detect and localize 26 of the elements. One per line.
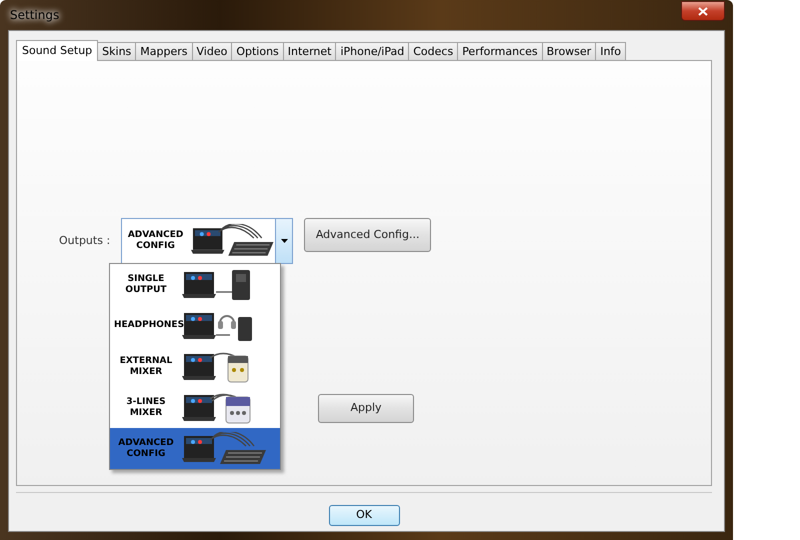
close-button[interactable] (681, 1, 725, 21)
outputs-label: Outputs : (59, 232, 110, 249)
dropdown-option[interactable]: 3-LINES MIXER (110, 387, 280, 428)
tab[interactable]: Options (231, 42, 284, 60)
dropdown-option[interactable]: SINGLE OUTPUT (110, 264, 280, 305)
tab[interactable]: Sound Setup (16, 40, 98, 61)
tab[interactable]: Performances (457, 42, 543, 60)
ok-button[interactable]: OK (328, 504, 400, 526)
dropdown-option[interactable]: ADVANCED CONFIG (110, 428, 280, 469)
window-title: Settings (9, 7, 60, 24)
dropdown-option[interactable]: EXTERNAL MIXER (110, 346, 280, 387)
tab[interactable]: Codecs (408, 42, 458, 60)
tab[interactable]: Browser (542, 42, 596, 60)
apply-button[interactable]: Apply (318, 394, 414, 423)
tab[interactable]: Internet (282, 42, 336, 60)
caret-icon (280, 239, 288, 243)
dropdown-option[interactable]: HEADPHONES (110, 305, 280, 346)
tab[interactable]: Skins (97, 42, 136, 60)
outputs-dropdown[interactable]: ADVANCED CONFIG (121, 218, 294, 264)
tab[interactable]: Info (595, 42, 626, 60)
selected-option-label: ADVANCED CONFIG (126, 230, 184, 252)
tab[interactable]: iPhone/iPad (335, 42, 410, 60)
advanced-config-button[interactable]: Advanced Config... (304, 218, 432, 252)
close-icon (698, 6, 708, 16)
tab[interactable]: Mappers (135, 42, 192, 60)
tab[interactable]: Video (192, 42, 232, 60)
